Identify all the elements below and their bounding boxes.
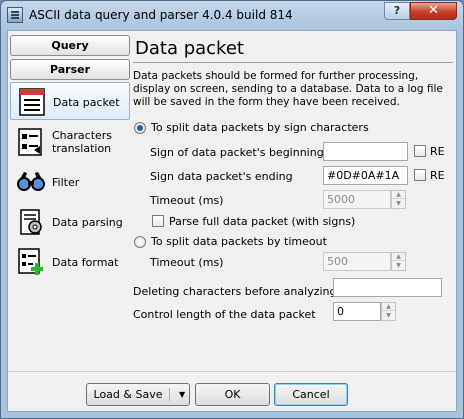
spin-down-icon[interactable]: ▼: [392, 262, 405, 270]
sidebar-item-label: Data parsing: [52, 215, 123, 229]
sidebar-item-label: Characters translation: [52, 129, 113, 155]
ending-re-checkbox[interactable]: [414, 169, 426, 181]
parse-full-label: Parse full data packet (with signs): [169, 215, 356, 228]
sidebar-item-label: Data format: [52, 255, 119, 269]
split-by-sign-radio[interactable]: [134, 122, 146, 134]
dropdown-arrow-icon[interactable]: ▼: [179, 384, 185, 405]
ending-sign-input[interactable]: #0D#0A#1A: [323, 166, 408, 185]
window-title: ASCII data query and parser 4.0.4 build …: [29, 8, 293, 22]
close-button[interactable]: ✕: [410, 2, 457, 20]
split-divider: [169, 388, 170, 401]
split-by-timeout-label: To split data packets by timeout: [151, 235, 327, 248]
sidebar: Query Parser Data packet Characters tran…: [8, 31, 132, 371]
page-title: Data packet: [135, 38, 244, 59]
sidebar-item-label: Data packet: [53, 95, 120, 109]
title-bar[interactable]: ASCII data query and parser 4.0.4 build …: [1, 1, 463, 30]
sidebar-item-label: Filter: [52, 175, 80, 189]
beginning-re-checkbox[interactable]: [414, 145, 426, 157]
sign-timeout-label: Timeout (ms): [150, 194, 224, 207]
query-button[interactable]: Query: [10, 35, 130, 56]
cancel-button[interactable]: Cancel: [274, 383, 348, 406]
deleting-chars-input[interactable]: [333, 278, 442, 297]
divider: [133, 62, 453, 63]
control-length-label: Control length of the data packet: [133, 308, 316, 321]
parser-button[interactable]: Parser: [10, 59, 130, 80]
beginning-sign-input[interactable]: [323, 142, 408, 161]
ending-re-label: RE: [430, 169, 445, 182]
app-icon: [7, 7, 23, 23]
load-save-label: Load & Save: [93, 388, 163, 401]
sign-timeout-input[interactable]: 5000: [323, 190, 391, 209]
ending-sign-label: Sign data packet's ending: [150, 170, 293, 183]
spin-up-icon[interactable]: ▲: [392, 253, 405, 261]
help-button[interactable]: ?: [384, 2, 410, 20]
description-text: Data packets should be formed for furthe…: [133, 70, 443, 108]
control-length-spinner[interactable]: ▲ ▼: [381, 302, 396, 321]
spin-down-icon[interactable]: ▼: [382, 312, 395, 320]
control-length-input[interactable]: 0: [333, 302, 381, 321]
beginning-re-label: RE: [430, 145, 445, 158]
characters-translation-icon: [18, 128, 42, 156]
sidebar-item-characters-translation[interactable]: Characters translation: [10, 123, 130, 161]
app-window: ASCII data query and parser 4.0.4 build …: [0, 0, 464, 419]
spin-up-icon[interactable]: ▲: [392, 191, 405, 199]
beginning-sign-label: Sign of data packet's beginning: [150, 146, 324, 159]
footer-divider: [8, 371, 456, 372]
ok-button[interactable]: OK: [195, 383, 270, 406]
sidebar-item-data-format[interactable]: Data format: [10, 243, 130, 281]
sidebar-item-data-packet[interactable]: Data packet: [10, 82, 130, 120]
data-format-icon: [18, 248, 43, 275]
spin-down-icon[interactable]: ▼: [392, 200, 405, 208]
data-parsing-icon: [20, 209, 42, 235]
split-by-sign-label: To split data packets by sign characters: [151, 121, 369, 134]
settings-panel: Data packet Data packets should be forme…: [132, 31, 456, 371]
timeout-input[interactable]: 500: [323, 252, 391, 271]
load-save-button[interactable]: Load & Save ▼: [86, 383, 190, 406]
data-packet-icon: [19, 88, 45, 116]
spin-up-icon[interactable]: ▲: [382, 303, 395, 311]
split-by-timeout-radio[interactable]: [134, 236, 146, 248]
sidebar-item-filter[interactable]: Filter: [10, 163, 130, 201]
deleting-chars-label: Deleting characters before analyzing: [133, 285, 337, 298]
sign-timeout-spinner[interactable]: ▲ ▼: [391, 190, 406, 209]
timeout-spinner[interactable]: ▲ ▼: [391, 252, 406, 271]
parse-full-checkbox[interactable]: [152, 215, 164, 227]
filter-icon: [17, 172, 45, 191]
dialog-client: Query Parser Data packet Characters tran…: [7, 30, 457, 412]
timeout-label: Timeout (ms): [150, 256, 224, 269]
sidebar-item-data-parsing[interactable]: Data parsing: [10, 203, 130, 241]
